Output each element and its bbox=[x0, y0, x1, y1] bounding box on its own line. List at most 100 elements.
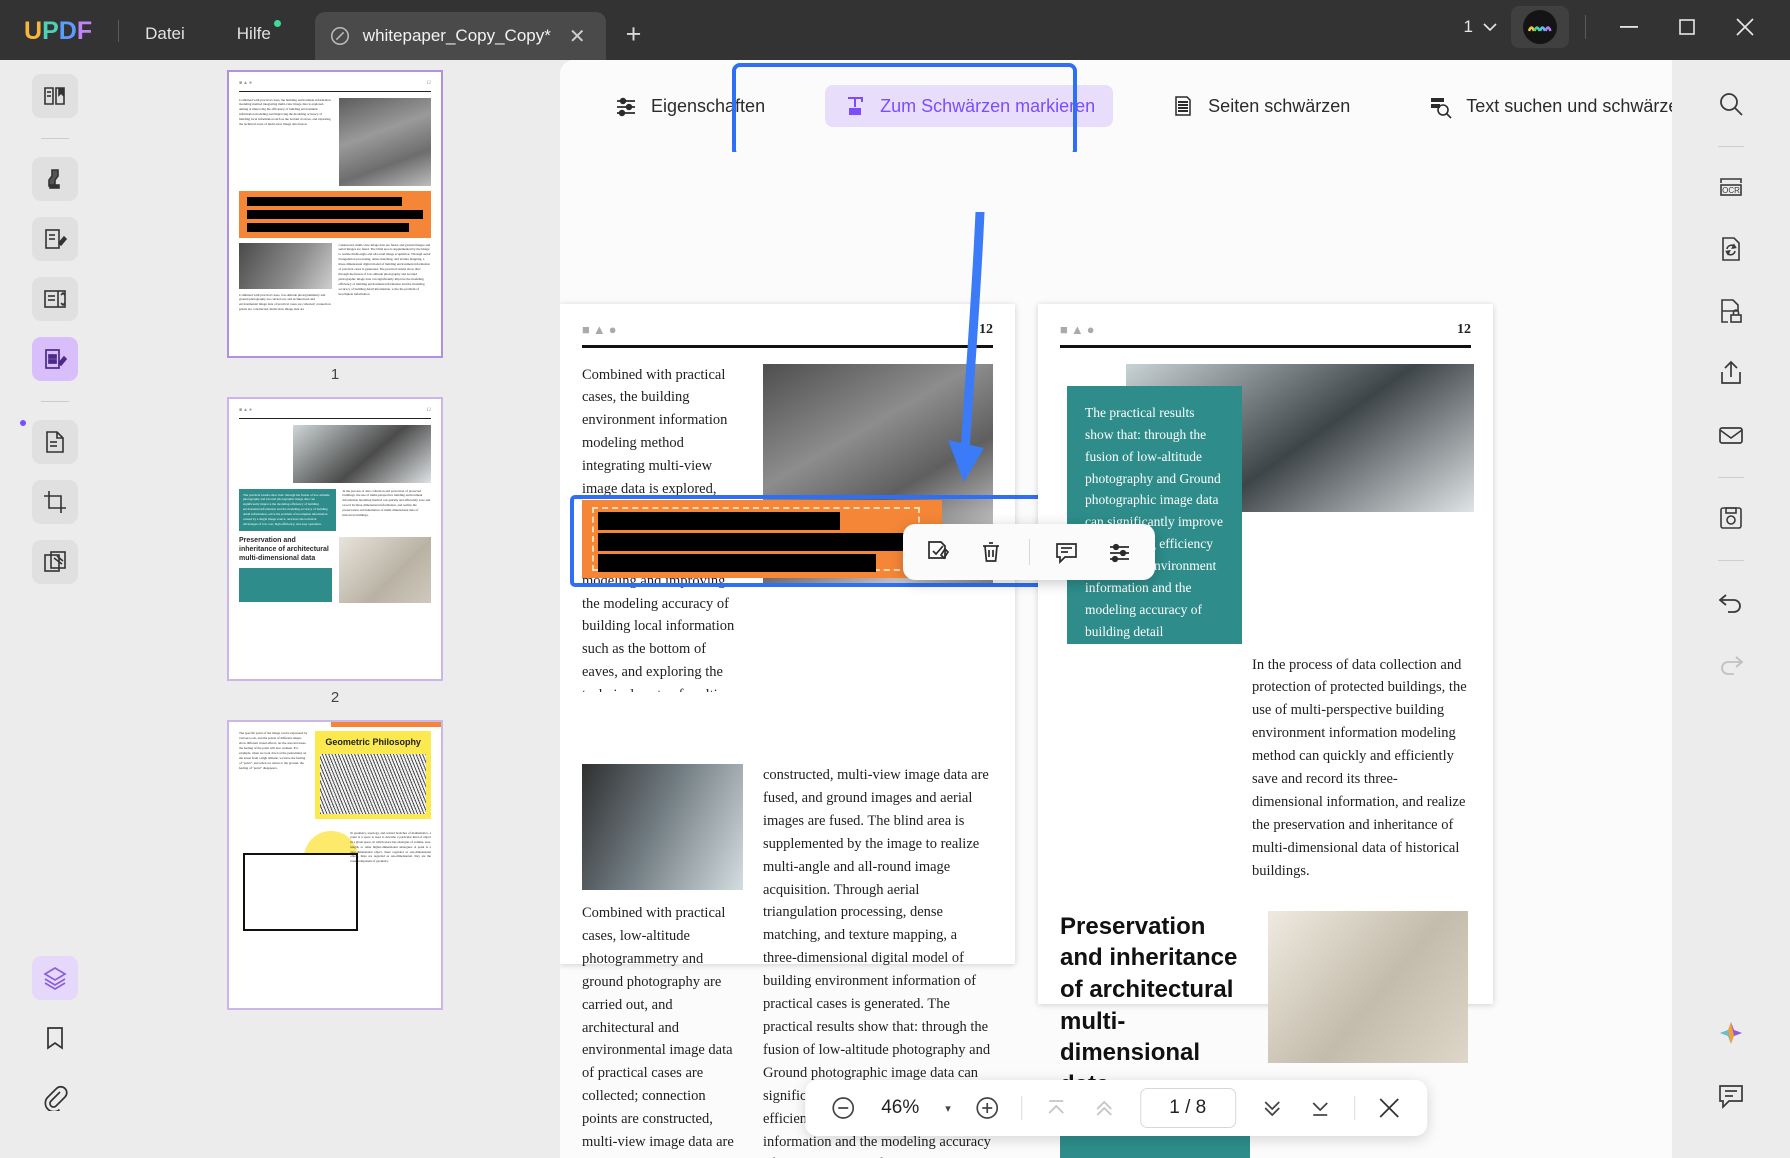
page-left-image-desk bbox=[582, 764, 743, 890]
page-left-header: ■▲● 12 bbox=[582, 322, 993, 338]
thumb3-image-moire bbox=[320, 753, 426, 814]
sidebar-item-form[interactable] bbox=[32, 420, 78, 464]
window-controls-divider bbox=[1585, 15, 1586, 39]
close-tab-icon[interactable]: ✕ bbox=[563, 24, 592, 49]
thumb-shapes: ■▲● bbox=[239, 408, 253, 413]
comment-panel-icon[interactable] bbox=[1705, 1072, 1757, 1120]
menu-datei[interactable]: Datei bbox=[119, 24, 211, 44]
tool-redact-pages[interactable]: Seiten schwärzen bbox=[1153, 85, 1368, 127]
thumb-col-1: Combined with practical cases, the build… bbox=[239, 98, 332, 186]
ocr-icon[interactable]: OCR bbox=[1705, 163, 1757, 211]
thumb-col-3: Combined with practical cases, low-altit… bbox=[239, 242, 332, 313]
sliders-icon[interactable] bbox=[1096, 530, 1143, 574]
sidebar-item-page-organize[interactable] bbox=[32, 277, 78, 321]
next-page-button[interactable] bbox=[1250, 1086, 1294, 1130]
avatar[interactable] bbox=[1511, 6, 1569, 48]
thumb-col-4: constructed, multi-view image data are f… bbox=[339, 243, 432, 313]
sidebar-item-reader[interactable] bbox=[32, 74, 78, 118]
thumbnail-page-3[interactable]: The specific point of the image can be e… bbox=[227, 720, 443, 1010]
mail-icon[interactable] bbox=[1705, 411, 1757, 459]
sidebar-item-bookmark[interactable] bbox=[32, 1016, 78, 1060]
minimize-button[interactable] bbox=[1602, 7, 1656, 47]
comment-icon[interactable] bbox=[1043, 530, 1090, 574]
share-icon[interactable] bbox=[1705, 349, 1757, 397]
thumbnail-item-2[interactable]: ■▲● 12 The practical results show that: … bbox=[110, 397, 560, 720]
search-redact-icon bbox=[1428, 94, 1453, 119]
search-icon[interactable] bbox=[1705, 80, 1757, 128]
maximize-button[interactable] bbox=[1660, 7, 1714, 47]
trash-icon[interactable] bbox=[968, 530, 1015, 574]
zoom-level-label[interactable]: 46% bbox=[869, 1097, 931, 1119]
left-toolbar bbox=[0, 60, 110, 1158]
page-shapes-icon: ■▲● bbox=[582, 322, 620, 337]
redo-icon[interactable] bbox=[1705, 639, 1757, 687]
thumb3-text: The specific point of the image can be e… bbox=[239, 731, 308, 770]
page-right-heading: Preservation and inheritance of architec… bbox=[1060, 912, 1238, 1098]
thumbnail-panel[interactable]: ■▲● 12 Combined with practical cases, th… bbox=[110, 60, 560, 1158]
menu-hilfe[interactable]: Hilfe bbox=[211, 20, 297, 44]
sidebar-item-crop[interactable] bbox=[32, 480, 78, 524]
apply-check-icon[interactable] bbox=[915, 530, 962, 574]
thumb-teal-text: The practical results show that: through… bbox=[243, 492, 330, 527]
sidebar-item-layers[interactable] bbox=[32, 956, 78, 1000]
page-left-number: 12 bbox=[979, 322, 993, 337]
window-count-selector[interactable]: 1 bbox=[1454, 17, 1507, 37]
svg-text:OCR: OCR bbox=[1722, 186, 1740, 195]
undo-icon[interactable] bbox=[1705, 577, 1757, 625]
sidebar-item-annotate[interactable] bbox=[32, 157, 78, 201]
context-menu-divider bbox=[1028, 539, 1030, 565]
thumbnail-page-1[interactable]: ■▲● 12 Combined with practical cases, th… bbox=[227, 70, 443, 358]
sidebar-item-attachment[interactable] bbox=[32, 1076, 78, 1120]
window-controls: 1 bbox=[1454, 6, 1772, 48]
document-page-left-lower[interactable]: Combined with practical cases, low-altit… bbox=[560, 692, 1015, 1158]
thumb-header: ■▲● 12 bbox=[239, 407, 431, 415]
redaction-context-menu[interactable] bbox=[903, 524, 1155, 580]
thumbnail-item-1[interactable]: ■▲● 12 Combined with practical cases, th… bbox=[110, 70, 560, 397]
thumb3-geometric-card: Geometric Philosophy bbox=[315, 731, 431, 819]
zoom-out-button[interactable] bbox=[821, 1086, 865, 1130]
document-canvas[interactable]: ■▲● 12 Combined with practical cases, th… bbox=[560, 152, 1672, 1158]
right-rail-divider-1 bbox=[1718, 146, 1744, 147]
prev-page-button[interactable] bbox=[1082, 1086, 1126, 1130]
close-button[interactable] bbox=[1718, 7, 1772, 47]
thumb3-col-text: The specific point of the image can be e… bbox=[239, 731, 308, 819]
page-indicator-input[interactable]: 1 / 8 bbox=[1139, 1088, 1236, 1128]
last-page-button[interactable] bbox=[1298, 1086, 1342, 1130]
chevron-down-icon bbox=[1483, 22, 1497, 31]
updf-logo: U P D F bbox=[24, 17, 92, 46]
thumbnail-page-2[interactable]: ■▲● 12 The practical results show that: … bbox=[227, 397, 443, 681]
tool-mark-for-redaction[interactable]: Zum Schwärzen markieren bbox=[825, 85, 1114, 127]
zoom-dropdown-icon[interactable]: ▾ bbox=[935, 1102, 961, 1115]
close-navbar-button[interactable] bbox=[1367, 1086, 1411, 1130]
document-tab[interactable]: whitepaper_Copy_Copy* ✕ bbox=[314, 12, 606, 60]
tool-properties-label: Eigenschaften bbox=[651, 95, 766, 116]
notification-dot-icon bbox=[273, 20, 281, 27]
thumb-text-4: constructed, multi-view image data are f… bbox=[338, 242, 431, 296]
thumb-redaction-bar bbox=[247, 196, 402, 206]
page-navigation-bar[interactable]: 46% ▾ 1 / 8 bbox=[805, 1080, 1427, 1136]
tool-properties[interactable]: Eigenschaften bbox=[596, 85, 783, 127]
app-body: ■▲● 12 Combined with practical cases, th… bbox=[0, 60, 1790, 1158]
thumb-rule bbox=[239, 90, 431, 92]
zoom-in-button[interactable] bbox=[965, 1086, 1009, 1130]
thumb-page-number: 12 bbox=[426, 408, 431, 413]
right-toolbar: OCR bbox=[1672, 60, 1790, 1158]
thumb-heading: Preservation and inheritance of architec… bbox=[239, 537, 329, 562]
sidebar-item-edit-pdf[interactable] bbox=[32, 217, 78, 261]
thumb-rule bbox=[239, 417, 431, 419]
convert-icon[interactable] bbox=[1705, 225, 1757, 273]
sidebar-item-redact[interactable] bbox=[32, 337, 78, 381]
tool-search-and-redact[interactable]: Text suchen und schwärzen bbox=[1410, 85, 1706, 128]
rainbow-icon bbox=[1528, 26, 1552, 32]
page-right-text: In the process of data collection and pr… bbox=[1252, 656, 1467, 879]
sidebar-item-compare[interactable] bbox=[32, 540, 78, 584]
thumbnail-item-3[interactable]: The specific point of the image can be e… bbox=[110, 720, 560, 1010]
thumb-teal-block bbox=[239, 568, 332, 603]
save-icon[interactable] bbox=[1705, 494, 1757, 542]
page-right-rule bbox=[1060, 345, 1471, 348]
protect-lock-icon[interactable] bbox=[1705, 287, 1757, 335]
first-page-button[interactable] bbox=[1034, 1086, 1078, 1130]
menu-datei-label: Datei bbox=[145, 24, 185, 43]
new-tab-button[interactable]: + bbox=[626, 19, 642, 50]
ai-assistant-icon[interactable] bbox=[1705, 1010, 1757, 1058]
